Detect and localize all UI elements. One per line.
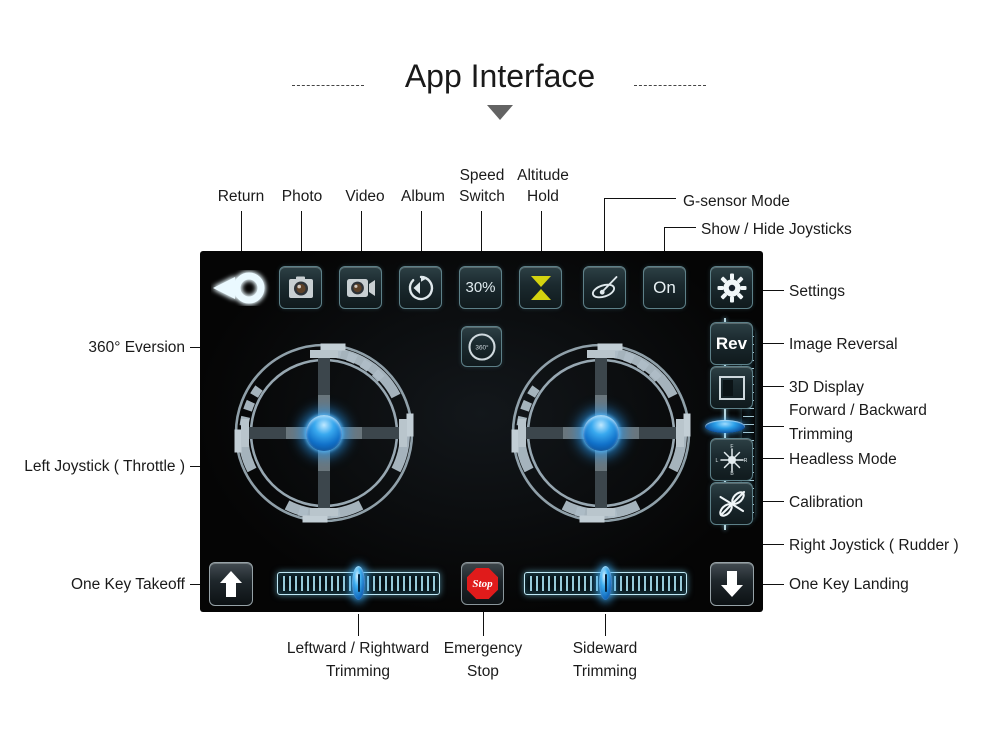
label-show-hide-joysticks: Show / Hide Joysticks — [701, 221, 852, 238]
arrow-down-icon — [721, 571, 743, 597]
emergency-stop-text: Stop — [472, 577, 493, 590]
label-sideward-trimming-line2: Trimming — [572, 663, 637, 680]
label-altitude-hold-line2: Hold — [527, 188, 559, 205]
gyroscope-icon — [591, 275, 617, 298]
label-settings: Settings — [789, 283, 846, 300]
settings-button[interactable] — [710, 266, 753, 309]
label-one-key-landing: One Key Landing — [789, 576, 909, 593]
label-image-reversal: Image Reversal — [789, 336, 898, 353]
photo-button[interactable] — [279, 266, 322, 309]
sideward-trim-knob[interactable] — [599, 566, 612, 600]
right-joystick[interactable] — [501, 333, 701, 533]
flip-360-icon: 360° — [467, 332, 496, 361]
return-play-icon — [213, 272, 265, 304]
gear-icon — [717, 273, 746, 302]
camera-icon — [288, 276, 313, 298]
album-button[interactable] — [399, 266, 442, 309]
label-360-eversion: 360° Eversion — [88, 339, 185, 356]
image-reversal-value: Rev — [715, 333, 748, 353]
drone-propeller-icon — [718, 490, 745, 517]
label-speed-switch-line1: Speed — [459, 167, 505, 184]
forward-backward-trim-knob[interactable] — [705, 420, 745, 433]
label-return: Return — [217, 188, 265, 205]
leader-sideward-trimming — [605, 614, 606, 636]
label-lr-trimming-line1: Leftward / Rightward — [286, 640, 430, 657]
one-key-landing-button[interactable] — [710, 562, 754, 606]
label-photo: Photo — [281, 188, 323, 205]
label-3d-display: 3D Display — [789, 379, 864, 396]
label-gsensor-mode: G-sensor Mode — [683, 193, 790, 210]
page-title: App Interface — [404, 58, 596, 94]
title-dash-right — [634, 85, 706, 86]
label-one-key-takeoff: One Key Takeoff — [70, 576, 185, 593]
video-button[interactable] — [339, 266, 382, 309]
leftward-rightward-trim-knob[interactable] — [352, 566, 365, 600]
label-emergency-stop-line1: Emergency — [443, 640, 523, 657]
compass-letter-left: L — [715, 458, 718, 464]
gsensor-mode-button[interactable] — [583, 266, 626, 309]
label-headless-mode: Headless Mode — [789, 451, 897, 468]
label-emergency-stop-line2: Stop — [467, 663, 499, 680]
one-key-takeoff-button[interactable] — [209, 562, 253, 606]
return-button[interactable] — [211, 270, 271, 306]
title-dash-left — [292, 85, 364, 86]
label-fb-trimming-line2: Trimming — [789, 426, 854, 443]
label-fb-trimming-line1: Forward / Backward — [789, 402, 927, 419]
stop-octagon-icon: Stop — [467, 568, 498, 599]
left-joystick[interactable] — [224, 333, 424, 533]
label-left-joystick: Left Joystick ( Throttle ) — [24, 458, 185, 475]
show-hide-joysticks-value: On — [653, 277, 676, 297]
label-sideward-trimming-line1: Sideward — [572, 640, 638, 657]
label-right-joystick: Right Joystick ( Rudder ) — [789, 537, 959, 554]
left-joystick-knob[interactable] — [306, 415, 342, 451]
3d-display-icon — [718, 375, 745, 400]
app-interface-diagram: App Interface Return Photo Video Album S… — [0, 0, 1000, 733]
hourglass-icon — [530, 275, 551, 300]
compass-letter-right: R — [743, 458, 747, 464]
camcorder-icon — [346, 278, 375, 297]
emergency-stop-button[interactable]: Stop — [461, 562, 504, 605]
altitude-hold-button[interactable] — [519, 266, 562, 309]
leader-return — [241, 211, 242, 256]
arrow-up-icon — [220, 571, 242, 597]
right-joystick-knob[interactable] — [583, 415, 619, 451]
label-altitude-hold-line1: Altitude — [517, 167, 569, 184]
album-refresh-icon — [408, 275, 433, 300]
label-calibration: Calibration — [789, 494, 864, 511]
svg-text:360°: 360° — [475, 343, 489, 351]
label-speed-switch-line2: Switch — [459, 188, 505, 205]
compass-letter-back: B — [730, 471, 734, 476]
compass-letter-front: F — [730, 444, 733, 450]
leader-lr-trimming — [358, 614, 359, 636]
headless-mode-button[interactable]: F B L R — [710, 438, 753, 481]
calibration-button[interactable] — [710, 482, 753, 525]
show-hide-joysticks-button[interactable]: On — [643, 266, 686, 309]
3d-display-button[interactable] — [710, 366, 753, 409]
compass-icon: F B L R — [715, 444, 747, 476]
speed-switch-button[interactable]: 30% — [459, 266, 502, 309]
eversion-360-button[interactable]: 360° — [461, 326, 502, 367]
image-reversal-button[interactable]: Rev — [710, 322, 753, 365]
title-caret-icon — [487, 105, 513, 120]
label-lr-trimming-line2: Trimming — [325, 663, 390, 680]
speed-switch-value: 30% — [465, 279, 496, 296]
